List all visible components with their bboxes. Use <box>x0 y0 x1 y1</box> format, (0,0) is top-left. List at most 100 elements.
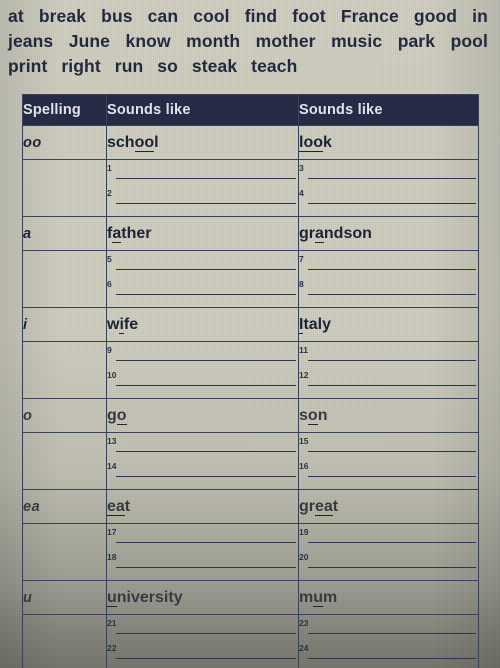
table-row: u university mum <box>22 580 479 615</box>
example-word-cell-right: look <box>298 125 479 160</box>
answer-number: 13 <box>107 436 117 446</box>
table-header-row: Spelling Sounds like Sounds like <box>22 94 479 126</box>
example-word-cell-right: Italy <box>298 307 479 342</box>
answer-slots-right: 34 <box>298 159 479 217</box>
answer-number: 11 <box>299 345 308 355</box>
answer-slots-right: 15 16 <box>298 432 479 490</box>
example-word-cell-right: son <box>298 398 479 433</box>
answer-writing-line <box>308 451 476 452</box>
answer-number: 6 <box>107 279 112 289</box>
answer-number: 12 <box>299 370 309 380</box>
answer-number: 23 <box>299 618 309 628</box>
answer-number: 1 <box>107 163 112 173</box>
answer-writing-line <box>308 178 476 179</box>
word-bank: at break bus can cool find foot France good in jea… <box>8 4 488 79</box>
answer-slots-right: 11 12 <box>298 341 479 399</box>
answer-slot[interactable]: 3 <box>299 163 478 188</box>
table-row: 1 2 34 <box>22 159 479 217</box>
answer-slot[interactable]: 22 <box>107 643 298 668</box>
answer-writing-line <box>116 567 296 568</box>
spelling-cell-empty <box>22 341 107 399</box>
answer-number: 24 <box>299 643 309 653</box>
word-bank-word: teach <box>251 56 298 76</box>
answer-number: 5 <box>107 254 112 264</box>
worksheet-page: at break bus can cool find foot France good in jea… <box>0 0 500 668</box>
answer-slot[interactable]: 12 <box>299 370 478 395</box>
table-row: 21 22 23 24 <box>22 614 479 668</box>
answer-slot[interactable]: 10 <box>107 370 298 395</box>
spelling-cell: a <box>22 216 107 251</box>
table-row: 5678 <box>22 250 479 308</box>
answer-slots-right: 23 24 <box>298 614 479 668</box>
answer-writing-line <box>116 203 296 204</box>
answer-slot[interactable]: 18 <box>107 552 298 577</box>
example-word-cell-right: great <box>298 489 479 524</box>
spelling-cell-empty <box>22 432 107 490</box>
answer-slots-middle: 17 18 <box>106 523 299 581</box>
answer-slot[interactable]: 24 <box>299 643 478 668</box>
spelling-cell: u <box>22 580 107 615</box>
answer-slot[interactable]: 16 <box>299 461 478 486</box>
word-bank-word: France <box>340 6 399 26</box>
answer-writing-line <box>308 294 476 295</box>
word-bank-word: at <box>8 6 24 26</box>
answer-slot[interactable]: 13 <box>107 436 298 461</box>
answer-slot[interactable]: 2 <box>107 188 298 213</box>
example-word-cell-middle: wife <box>106 307 299 342</box>
table-row: ea eat great <box>22 489 479 524</box>
table-row: o go son <box>22 398 479 433</box>
answer-slot[interactable]: 8 <box>299 279 478 304</box>
answer-slots-right: 19 20 <box>298 523 479 581</box>
spelling-cell: oo <box>22 125 107 160</box>
answer-slot[interactable]: 9 <box>107 345 298 370</box>
word-bank-word: break <box>38 6 87 26</box>
answer-number: 20 <box>299 552 309 562</box>
table-row: 9 10 11 12 <box>22 341 479 399</box>
answer-slot[interactable]: 1 <box>107 163 298 188</box>
table-body: oo school look 1 2 3 4 a father grandson 5 6 7 8 i wife… <box>22 125 479 668</box>
spelling-cell-empty <box>22 523 107 581</box>
answer-slot[interactable]: 20 <box>299 552 478 577</box>
word-bank-word: cool <box>193 6 230 26</box>
word-bank-word: bus <box>101 6 133 26</box>
answer-slot[interactable]: 15 <box>299 436 478 461</box>
answer-number: 18 <box>107 552 117 562</box>
answer-number: 2 <box>107 188 112 198</box>
answer-writing-line <box>116 476 296 477</box>
answer-writing-line <box>116 633 296 634</box>
answer-writing-line <box>116 542 296 543</box>
answer-number: 10 <box>107 370 117 380</box>
answer-slot[interactable]: 5 <box>107 254 298 279</box>
answer-slot[interactable]: 19 <box>299 527 478 552</box>
answer-slot[interactable]: 4 <box>299 188 478 213</box>
answer-slot[interactable]: 17 <box>107 527 298 552</box>
answer-writing-line <box>308 385 476 386</box>
word-bank-word: pool <box>450 31 488 51</box>
example-word-cell-middle: father <box>106 216 299 251</box>
answer-slot[interactable]: 6 <box>107 279 298 304</box>
answer-writing-line <box>308 542 476 543</box>
answer-slot[interactable]: 7 <box>299 254 478 279</box>
answer-slots-middle: 56 <box>106 250 299 308</box>
word-bank-word: in <box>472 6 488 26</box>
table-row: 17 18 19 20 <box>22 523 479 581</box>
word-bank-word: can <box>147 6 179 26</box>
answer-slots-middle: 21 22 <box>106 614 299 668</box>
example-word-cell-middle: school <box>106 125 299 160</box>
word-bank-word: music <box>331 31 383 51</box>
answer-writing-line <box>116 385 296 386</box>
answer-writing-line <box>116 451 296 452</box>
example-word-cell-right: mum <box>298 580 479 615</box>
answer-slot[interactable]: 14 <box>107 461 298 486</box>
word-bank-word: right <box>61 56 101 76</box>
column-header-sounds-like-1: Sounds like <box>106 94 299 126</box>
answer-number: 8 <box>299 279 304 289</box>
answer-slot[interactable]: 23 <box>299 618 478 643</box>
answer-number: 19 <box>299 527 309 537</box>
answer-slot[interactable]: 21 <box>107 618 298 643</box>
word-bank-word: good <box>413 6 458 26</box>
answer-writing-line <box>116 294 296 295</box>
table-row: oo school look <box>22 125 479 160</box>
answer-writing-line <box>308 269 476 270</box>
answer-slot[interactable]: 11 <box>299 345 478 370</box>
